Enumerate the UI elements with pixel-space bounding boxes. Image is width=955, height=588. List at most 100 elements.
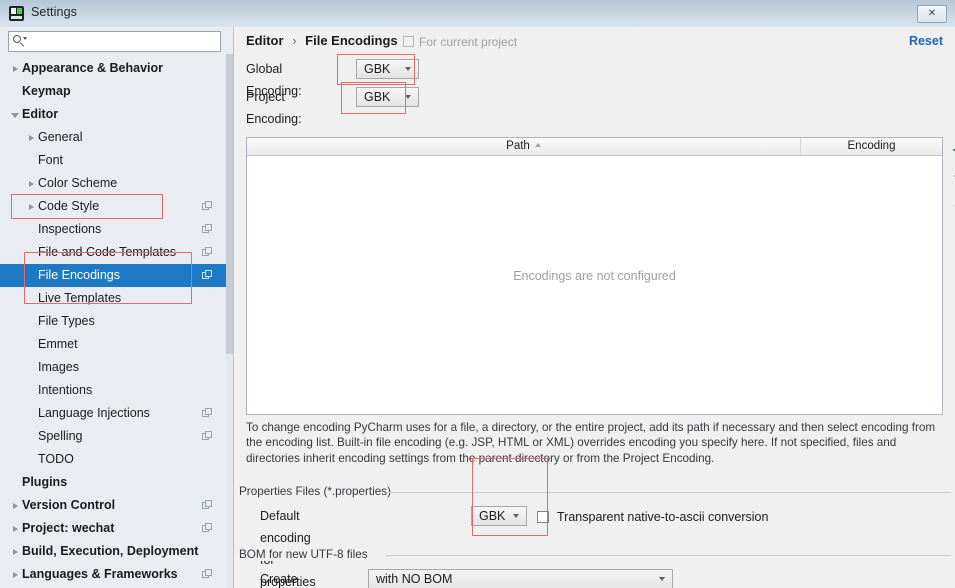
add-icon[interactable] xyxy=(946,137,955,163)
transparent-conversion-checkbox[interactable] xyxy=(537,511,549,523)
chevron-down-icon[interactable] xyxy=(8,103,22,126)
sidebar-item-label: TODO xyxy=(38,452,74,466)
project-scope-icon xyxy=(202,201,213,212)
project-scope-icon xyxy=(202,408,213,419)
sidebar-item-project-wechat[interactable]: Project: wechat xyxy=(0,517,226,540)
sidebar-item-label: Languages & Frameworks xyxy=(22,567,178,581)
sidebar-item-label: Language Injections xyxy=(38,406,150,420)
chevron-right-icon[interactable] xyxy=(8,563,22,586)
chevron-right-icon[interactable] xyxy=(24,126,38,149)
sidebar-scrollbar-thumb[interactable] xyxy=(226,54,233,354)
project-scope-icon xyxy=(202,431,213,442)
sidebar-item-general[interactable]: General xyxy=(0,126,226,149)
edit-pencil-icon[interactable] xyxy=(946,189,955,215)
project-encoding-value: GBK xyxy=(364,90,391,104)
column-header-encoding[interactable]: Encoding xyxy=(801,138,942,155)
transparent-conversion-label: Transparent native-to-ascii conversion xyxy=(557,510,769,524)
project-scope-icon xyxy=(202,500,213,511)
chevron-right-icon[interactable] xyxy=(8,517,22,540)
column-header-path[interactable]: Path xyxy=(247,138,801,155)
sidebar-item-file-encodings[interactable]: File Encodings xyxy=(0,264,226,287)
sidebar-item-keymap[interactable]: Keymap xyxy=(0,80,226,103)
table-header: Path Encoding xyxy=(247,138,942,156)
sidebar-item-label: File and Code Templates xyxy=(38,245,177,259)
sidebar-item-plugins[interactable]: Plugins xyxy=(0,471,226,494)
file-encodings-panel: Editor › File Encodings For current proj… xyxy=(234,27,955,588)
chevron-down-icon xyxy=(405,95,411,99)
sidebar-item-label: Live Templates xyxy=(38,291,122,305)
search-input[interactable] xyxy=(8,31,221,52)
sidebar-item-editor[interactable]: Editor xyxy=(0,103,226,126)
sidebar-item-label: Spelling xyxy=(38,429,83,443)
chevron-down-icon xyxy=(513,514,519,518)
project-scope-icon xyxy=(202,247,213,258)
scope-label: For current project xyxy=(419,35,518,49)
chevron-right-icon[interactable] xyxy=(8,57,22,80)
create-utf8-label: Create UTF-8 files: xyxy=(260,572,298,586)
sidebar-item-label: Plugins xyxy=(22,475,68,489)
chevron-right-icon[interactable] xyxy=(8,540,22,563)
transparent-conversion-row[interactable]: Transparent native-to-ascii conversion xyxy=(537,510,768,524)
project-encoding-select[interactable]: GBK xyxy=(356,87,419,107)
breadcrumb-separator: › xyxy=(292,33,297,48)
sidebar-item-images[interactable]: Images xyxy=(0,356,226,379)
breadcrumb-root[interactable]: Editor xyxy=(246,33,284,48)
project-scope-icon xyxy=(202,569,213,580)
encodings-table[interactable]: Encodings are not configured Path Encodi… xyxy=(246,137,943,415)
sidebar-item-label: Keymap xyxy=(22,84,71,98)
sidebar-item-font[interactable]: Font xyxy=(0,149,226,172)
global-encoding-select[interactable]: GBK xyxy=(356,59,419,79)
empty-state-message: Encodings are not configured xyxy=(513,269,676,283)
reset-link[interactable]: Reset xyxy=(909,34,943,48)
sidebar-item-inspections[interactable]: Inspections xyxy=(0,218,226,241)
sidebar-item-label: Code Style xyxy=(38,199,100,213)
sidebar-item-spelling[interactable]: Spelling xyxy=(0,425,226,448)
pycharm-icon xyxy=(9,6,24,21)
remove-icon[interactable] xyxy=(946,163,955,189)
settings-dialog: Settings ✕ Appearance & Behavior Keymap Ed… xyxy=(0,0,955,588)
sidebar-item-color-scheme[interactable]: Color Scheme xyxy=(0,172,226,195)
search-field-wrapper xyxy=(8,31,221,52)
sidebar-scrollbar-track[interactable] xyxy=(226,54,233,588)
sidebar-item-label: Inspections xyxy=(38,222,102,236)
sidebar-item-live-templates[interactable]: Live Templates xyxy=(0,287,226,310)
sidebar-item-label: Editor xyxy=(22,107,59,121)
project-scope-icon xyxy=(403,36,414,47)
sidebar-item-label: File Encodings xyxy=(38,268,120,282)
sidebar-item-todo[interactable]: TODO xyxy=(0,448,226,471)
sidebar-item-label: Intentions xyxy=(38,383,93,397)
description-text: To change encoding PyCharm uses for a fi… xyxy=(246,421,936,465)
sidebar-item-version-control[interactable]: Version Control xyxy=(0,494,226,517)
sidebar-item-intentions[interactable]: Intentions xyxy=(0,379,226,402)
default-properties-encoding-select[interactable]: GBK xyxy=(471,506,527,526)
sidebar-item-appearance-behavior[interactable]: Appearance & Behavior xyxy=(0,57,226,80)
default-properties-encoding-value: GBK xyxy=(479,509,506,523)
sidebar-item-file-and-code-templates[interactable]: File and Code Templates xyxy=(0,241,226,264)
project-scope-icon xyxy=(202,523,213,534)
search-icon[interactable] xyxy=(13,35,27,48)
sort-ascending-icon xyxy=(534,143,541,147)
chevron-right-icon[interactable] xyxy=(8,494,22,517)
sidebar-item-code-style[interactable]: Code Style xyxy=(0,195,226,218)
create-utf8-value: with NO BOM xyxy=(376,572,453,586)
create-utf8-select[interactable]: with NO BOM xyxy=(368,569,673,588)
project-encoding-label: Project Encoding: xyxy=(246,90,302,126)
sidebar-item-label: Version Control xyxy=(22,498,116,512)
sidebar-item-label: Build, Execution, Deployment xyxy=(22,544,199,558)
table-toolbar xyxy=(946,137,955,227)
sidebar-item-language-injections[interactable]: Language Injections xyxy=(0,402,226,425)
sidebar-item-label: Project: wechat xyxy=(22,521,115,535)
global-encoding-value: GBK xyxy=(364,62,391,76)
settings-sidebar: Appearance & Behavior Keymap Editor General… xyxy=(0,27,234,588)
title-bar: Settings ✕ xyxy=(0,0,955,28)
sidebar-item-emmet[interactable]: Emmet xyxy=(0,333,226,356)
sidebar-item-file-types[interactable]: File Types xyxy=(0,310,226,333)
sidebar-item-label: Font xyxy=(38,153,64,167)
sidebar-item-build-execution-deployment[interactable]: Build, Execution, Deployment xyxy=(0,540,226,563)
scope-indicator: For current project xyxy=(403,35,517,49)
chevron-right-icon[interactable] xyxy=(24,195,38,218)
sidebar-item-languages-frameworks[interactable]: Languages & Frameworks xyxy=(0,563,226,586)
close-icon[interactable]: ✕ xyxy=(917,5,947,23)
chevron-right-icon[interactable] xyxy=(24,172,38,195)
chevron-down-icon xyxy=(405,67,411,71)
